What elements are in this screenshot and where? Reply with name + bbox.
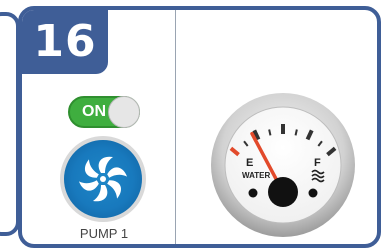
pump-label: PUMP 1 (79, 226, 129, 241)
toggle-label: ON (82, 103, 106, 120)
full-label: F (314, 157, 321, 169)
card-number: 16 (22, 10, 108, 74)
pump-card: 16 ON PUMP 1 E F WATER (18, 6, 381, 248)
adjacent-panel-edge (0, 12, 20, 236)
gauge-screw-left (248, 188, 258, 198)
toggle-knob[interactable] (108, 96, 140, 128)
fan-icon (78, 156, 128, 202)
water-gauge: E F WATER (211, 93, 355, 237)
empty-label: E (246, 157, 253, 169)
gauge-screw-right (308, 188, 318, 198)
divider (175, 10, 176, 244)
gauge-tick (268, 129, 272, 136)
gauge-hub (268, 177, 298, 207)
pump-toggle[interactable]: ON (68, 96, 140, 128)
water-label: WATER (242, 171, 271, 180)
gauge-tick (294, 129, 298, 136)
pump-button[interactable] (60, 136, 146, 222)
